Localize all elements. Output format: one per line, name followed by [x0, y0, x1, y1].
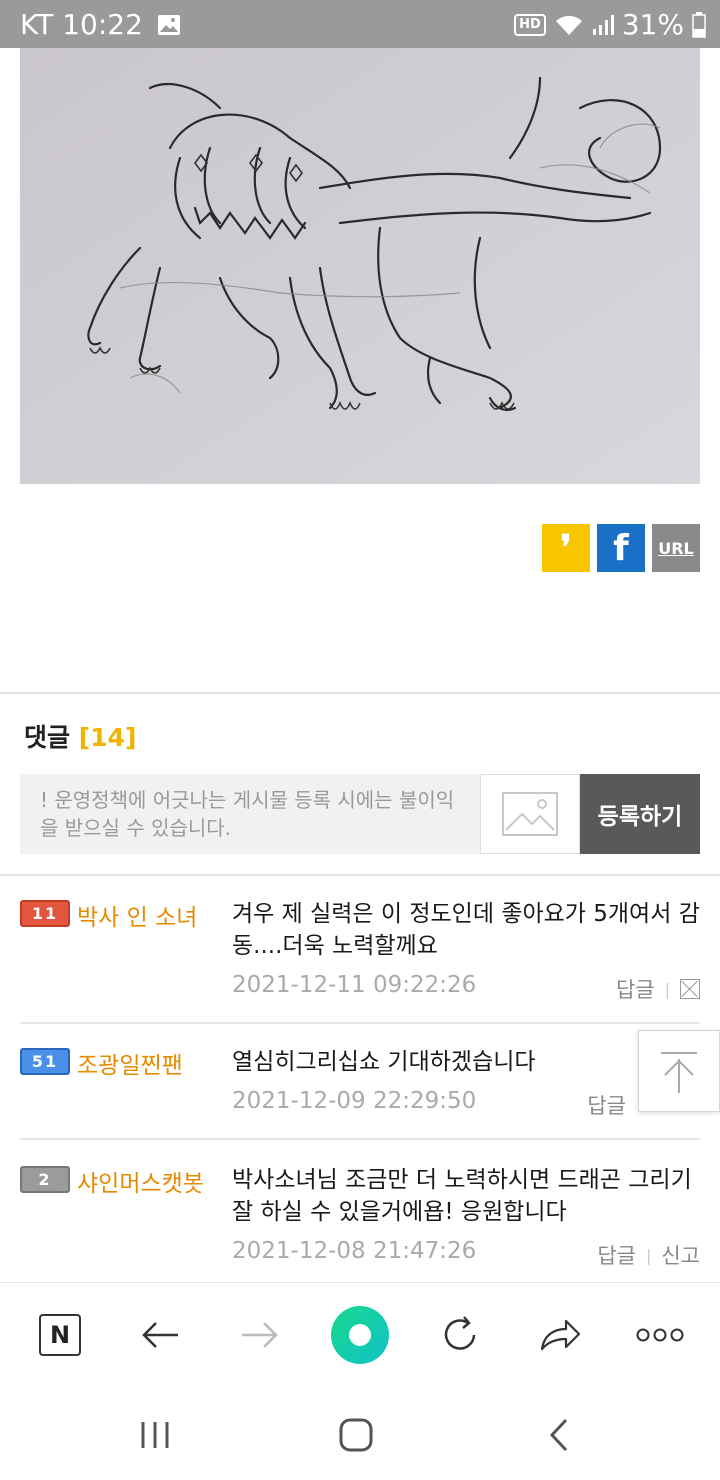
- comment-input[interactable]: ! 운영정책에 어긋나는 게시물 등록 시에는 불이익을 받으실 수 있습니다.: [40, 786, 460, 842]
- hd-voice-icon: HD: [514, 13, 546, 36]
- comment-actions: 답글 |: [616, 974, 700, 1004]
- comment-date: 2021-12-09 22:29:50: [232, 1088, 477, 1114]
- comment-date: 2021-12-08 21:47:26: [232, 1238, 477, 1264]
- system-back-button[interactable]: [534, 1412, 584, 1458]
- delete-icon[interactable]: [680, 979, 700, 999]
- level-badge: 2: [20, 1166, 70, 1193]
- comment-divider: [20, 1022, 700, 1024]
- comment-actions: 답글 | 신고: [597, 1240, 700, 1270]
- action-separator: |: [664, 979, 670, 999]
- comment-nickname[interactable]: 조광일찐팬: [77, 1046, 183, 1080]
- comment-actions: 답글: [587, 1090, 626, 1120]
- green-dot-icon: [331, 1306, 389, 1364]
- level-badge: 11: [20, 900, 70, 927]
- level-badge: 51: [20, 1048, 70, 1075]
- section-divider: [0, 692, 720, 694]
- section-divider: [0, 874, 720, 876]
- comment-text: 겨우 제 실력은 이 정도인데 좋아요가 5개여서 감동....더욱 노력할께요: [232, 901, 700, 959]
- refresh-icon: [444, 1316, 476, 1350]
- comment-text: 박사소녀님 조금만 더 노력하시면 드래곤 그리기 잘 하실 수 있을거에욥! …: [232, 1167, 692, 1225]
- more-dots-icon: [636, 1328, 684, 1342]
- recent-apps-button[interactable]: [130, 1412, 180, 1458]
- forward-button[interactable]: [230, 1305, 290, 1365]
- naver-n-icon: N: [39, 1314, 81, 1356]
- share-buttons: ❜ f URL: [542, 524, 700, 572]
- reply-button[interactable]: 답글: [587, 1090, 626, 1120]
- share-page-button[interactable]: [530, 1305, 590, 1365]
- naver-n-label: N: [49, 1321, 71, 1349]
- carrier-time: KT 10:22: [20, 8, 143, 41]
- share-arrow-icon: [540, 1319, 581, 1351]
- submit-comment-button[interactable]: 등록하기: [580, 774, 700, 854]
- comment-nickname[interactable]: 박사 인 소녀: [77, 898, 197, 932]
- reply-button[interactable]: 답글: [616, 974, 655, 1004]
- report-button[interactable]: 신고: [661, 1240, 700, 1270]
- arrow-left-icon: [142, 1322, 178, 1348]
- chevron-left-icon: [549, 1418, 568, 1452]
- recent-apps-icon: [141, 1422, 169, 1448]
- kakaostory-share-button[interactable]: ❜: [542, 524, 590, 572]
- facebook-icon: f: [613, 527, 629, 569]
- comment-input-area: ! 운영정책에 어긋나는 게시물 등록 시에는 불이익을 받으실 수 있습니다.…: [20, 774, 700, 854]
- back-button[interactable]: [130, 1305, 190, 1365]
- kakaostory-icon: ❜: [560, 528, 572, 568]
- comment-date: 2021-12-11 09:22:26: [232, 972, 477, 998]
- green-dot-button[interactable]: [330, 1305, 390, 1365]
- wifi-icon: [555, 15, 582, 35]
- battery-percent: 31%: [621, 8, 684, 41]
- url-copy-button[interactable]: URL: [652, 524, 700, 572]
- arrow-up-icon: [661, 1052, 697, 1093]
- comments-title: 댓글: [24, 723, 71, 752]
- more-options-button[interactable]: [630, 1305, 690, 1365]
- facebook-share-button[interactable]: f: [597, 524, 645, 572]
- action-separator: |: [645, 1245, 652, 1265]
- browser-toolbar: N: [0, 1282, 720, 1387]
- home-button[interactable]: [331, 1412, 381, 1458]
- comment-text: 열심히그리십쇼 기대하겠습니다: [232, 1049, 536, 1075]
- scroll-to-top-button[interactable]: [638, 1030, 720, 1112]
- image-icon: [502, 792, 558, 836]
- attach-image-button[interactable]: [480, 774, 580, 854]
- url-copy-label: URL: [658, 538, 694, 558]
- system-navigation-bar: [0, 1386, 720, 1480]
- gallery-notification-icon: [157, 14, 180, 35]
- comments-header: 댓글 [14]: [24, 718, 136, 754]
- status-bar: KT 10:22 HD 31%: [0, 0, 720, 48]
- arrow-right-icon: [242, 1322, 278, 1348]
- battery-icon: [692, 11, 706, 38]
- comment-divider: [20, 1138, 700, 1140]
- reply-button[interactable]: 답글: [597, 1240, 636, 1270]
- post-drawing-image[interactable]: [20, 48, 700, 484]
- dragon-sketch-drawing: [20, 48, 700, 484]
- naver-home-button[interactable]: N: [30, 1305, 90, 1365]
- home-icon: [339, 1418, 373, 1452]
- signal-icon: [592, 14, 614, 35]
- comments-count: [14]: [78, 723, 137, 752]
- refresh-button[interactable]: [430, 1305, 490, 1365]
- comment-nickname[interactable]: 샤인머스캣봇: [77, 1164, 204, 1198]
